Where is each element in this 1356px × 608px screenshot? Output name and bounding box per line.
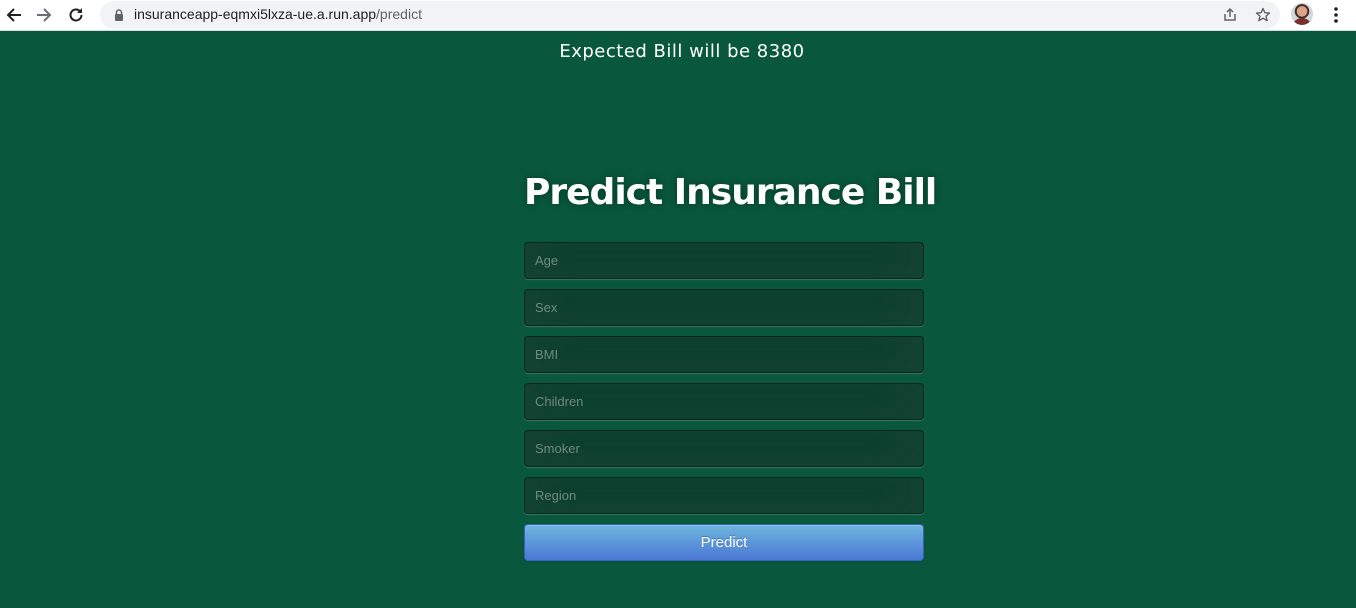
forward-arrow-icon[interactable] xyxy=(32,3,56,27)
smoker-input[interactable] xyxy=(524,430,924,467)
region-input[interactable] xyxy=(524,477,924,514)
reload-icon[interactable] xyxy=(64,3,88,27)
url-path: /predict xyxy=(376,6,422,22)
star-icon[interactable] xyxy=(1253,5,1273,25)
bmi-input[interactable] xyxy=(524,336,924,373)
browser-toolbar: insuranceapp-eqmxi5lxza-ue.a.run.app/pre… xyxy=(0,0,1356,31)
share-icon[interactable] xyxy=(1220,5,1240,25)
children-input[interactable] xyxy=(524,383,924,420)
predict-button[interactable]: Predict xyxy=(524,524,924,561)
url-host: insuranceapp-eqmxi5lxza-ue.a.run.app xyxy=(134,6,377,22)
url-text: insuranceapp-eqmxi5lxza-ue.a.run.app/pre… xyxy=(134,6,422,22)
page-title: Predict Insurance Bill xyxy=(524,172,937,213)
profile-avatar[interactable] xyxy=(1291,3,1313,25)
address-bar[interactable]: insuranceapp-eqmxi5lxza-ue.a.run.app/pre… xyxy=(100,1,1280,29)
age-input[interactable] xyxy=(524,242,924,279)
back-arrow-icon[interactable] xyxy=(2,3,26,27)
sex-input[interactable] xyxy=(524,289,924,326)
kebab-menu-icon[interactable] xyxy=(1326,3,1346,27)
lock-icon xyxy=(115,9,123,21)
prediction-result: Expected Bill will be 8380 xyxy=(559,41,805,62)
